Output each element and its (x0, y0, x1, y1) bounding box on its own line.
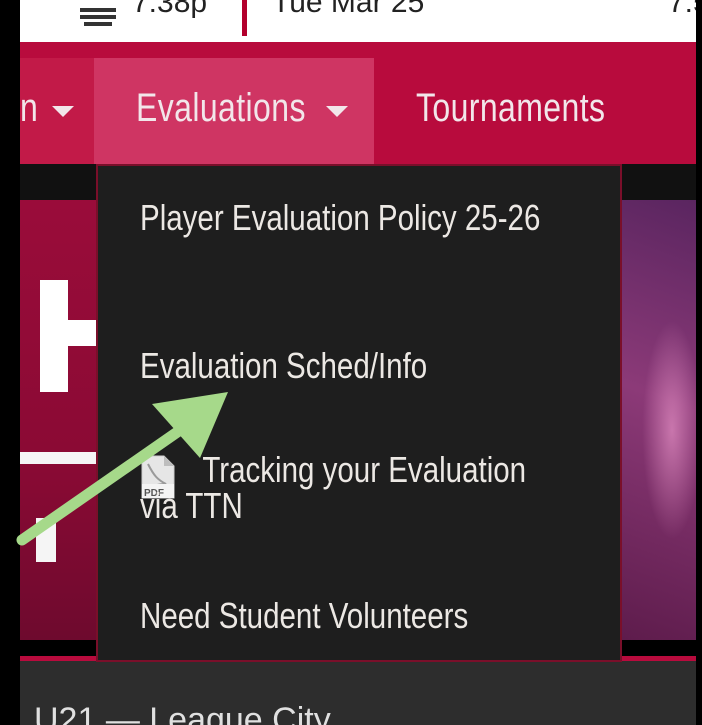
banner-divider (20, 452, 100, 464)
menu-item-tracking-evaluation[interactable]: PDF Tracking your Evaluation via TTN (98, 444, 620, 554)
nav-item-evaluations[interactable]: Evaluations (94, 58, 374, 178)
hero-banner-right (622, 200, 696, 640)
menu-item-label: Player Evaluation Policy 25-26 (140, 197, 541, 238)
event-time: 7:38p (132, 0, 208, 19)
menu-item-need-student-volunteers[interactable]: Need Student Volunteers (98, 586, 620, 648)
content-area: U21 — League City (20, 661, 696, 725)
topbar-separator (242, 0, 247, 36)
menu-item-evaluation-sched-info[interactable]: Evaluation Sched/Info (98, 336, 620, 398)
top-info-bar: 7:38p Tue Mar 25 7:5 (20, 0, 696, 42)
menu-item-label: Tracking your Evaluation via TTN (140, 449, 527, 526)
hero-banner-left (20, 200, 100, 640)
screenshot-frame: 7:38p Tue Mar 25 7:5 n Evaluations Tourn… (0, 0, 702, 725)
nav-item-previous-label: n (20, 86, 39, 130)
chevron-down-icon (52, 106, 74, 117)
nav-item-previous[interactable]: n (20, 58, 94, 178)
event-date: Tue Mar 25 (272, 0, 425, 19)
banner-letter-fragment (36, 518, 56, 562)
evaluations-dropdown-menu: Player Evaluation Policy 25-26 Evaluatio… (96, 164, 622, 662)
event-time-right: 7:5 (668, 0, 696, 19)
main-nav-bar: n Evaluations Tournaments (20, 42, 696, 178)
chevron-down-icon (326, 106, 348, 117)
menu-item-label: Evaluation Sched/Info (140, 345, 428, 386)
calendar-icon (80, 8, 116, 26)
nav-item-tournaments[interactable]: Tournaments (400, 58, 660, 158)
menu-item-player-evaluation-policy[interactable]: Player Evaluation Policy 25-26 (98, 192, 620, 302)
content-heading: U21 — League City (34, 701, 331, 725)
nav-item-tournaments-label: Tournaments (416, 86, 606, 130)
nav-item-evaluations-label: Evaluations (136, 86, 306, 130)
banner-letter-graphic (40, 280, 100, 392)
menu-item-label: Need Student Volunteers (140, 595, 469, 636)
